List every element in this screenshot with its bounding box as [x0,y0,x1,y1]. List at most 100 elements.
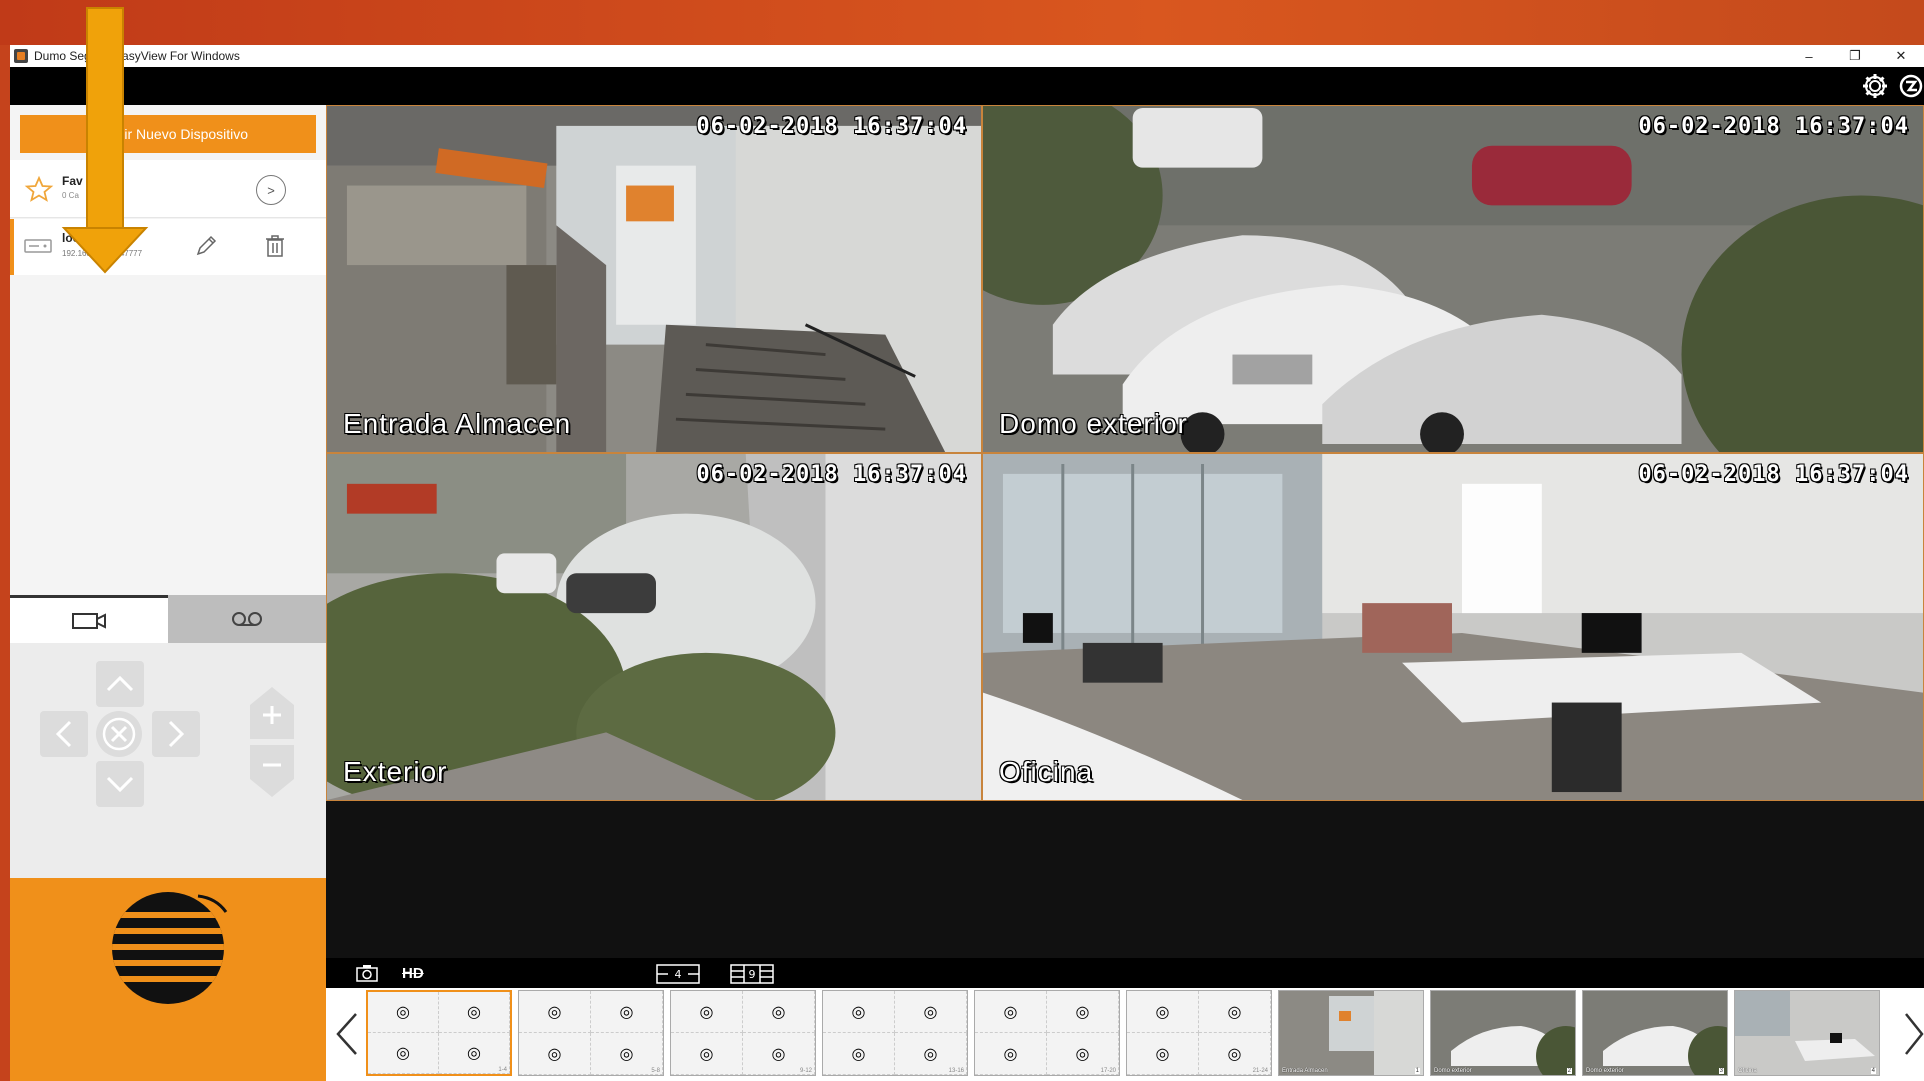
app-header [10,67,1924,105]
restore-button[interactable]: ❐ [1832,45,1878,67]
device-sidebar: + adir Nuevo Dispositivo Fav 0 Ca > loca… [10,105,326,1081]
camera-feed-parking [983,106,1923,452]
channel-number: 2 [1566,1068,1572,1074]
channel-thumbnail-strip: ◎ ◎ ◎ ◎ 1-4 ◎ ◎ ◎ ◎ 5-8 ◎ ◎ ◎ ◎ 9-12 ◎ ◎… [326,988,1924,1081]
device-row[interactable]: local 192.168.1.208 : 47777 [10,219,326,275]
camera-placeholder-icon: ◎ [743,991,815,1033]
ptz-left-button[interactable] [40,711,88,757]
channel-preview [1279,991,1423,1075]
chevron-right-icon [168,720,185,748]
camera-placeholder-icon: ◎ [1047,991,1119,1033]
thumbnail-range: 13-16 [948,1068,964,1074]
channel-number: 4 [1870,1068,1876,1074]
camera-placeholder-icon: ◎ [368,1033,439,1074]
minimize-button[interactable]: – [1786,45,1832,67]
ptz-center-button[interactable] [96,711,142,757]
camera-name: Entrada Almacen [343,408,572,439]
playback-tape-icon [232,612,262,626]
camera-name: Exterior [343,756,448,787]
camera-feed-office [983,454,1923,800]
thumbnail-channel-3[interactable]: Domo exterior 3 [1582,990,1728,1076]
camera-view-3[interactable]: 06-02-2018 16:37:04 Exterior [326,453,982,801]
desktop-background-left [0,45,10,1081]
layout-4-icon[interactable]: 4 [656,964,700,984]
chevron-down-icon [106,776,134,793]
channel-preview [1735,991,1879,1075]
camera-placeholder-icon: ◎ [591,991,663,1033]
chevron-right-icon[interactable] [1902,1010,1924,1058]
chevron-up-icon [106,675,134,692]
channel-name: Domo exterior [1586,1068,1624,1074]
camera-view-1[interactable]: 06-02-2018 16:37:04 Entrada Almacen [326,105,982,453]
camera-placeholder-icon: ◎ [1127,1033,1199,1075]
desktop-background [0,0,1924,45]
camera-name: Oficina [999,756,1094,787]
camera-feed-entrance [327,106,981,452]
settings-gear-icon[interactable] [1862,73,1888,99]
channel-number: 1 [1414,1068,1420,1074]
thumbnail-range: 9-12 [799,1068,812,1074]
chevron-left-icon[interactable] [334,1010,360,1058]
camera-timestamp: 06-02-2018 16:37:04 [1638,462,1909,487]
channel-name: Oficina [1738,1068,1757,1074]
camera-name: Domo exterior [999,408,1188,439]
thumbnail-channel-1[interactable]: Entrada Almacen 1 [1278,990,1424,1076]
svg-text:9: 9 [749,968,756,981]
dvr-icon [24,239,52,253]
camera-placeholder-icon: ◎ [519,991,591,1033]
channel-name: Domo exterior [1434,1068,1472,1074]
thumbnail-group-6[interactable]: ◎ ◎ ◎ ◎ 21-24 [1126,990,1272,1076]
stop-x-icon [102,717,136,751]
sync-icon[interactable] [1898,73,1924,99]
camera-placeholder-icon: ◎ [823,1033,895,1075]
tab-playback[interactable] [168,595,326,643]
camera-placeholder-icon: ◎ [368,992,439,1033]
close-button[interactable]: ✕ [1878,45,1924,67]
favorites-row[interactable]: Fav 0 Ca > [10,160,326,218]
camera-placeholder-icon: ◎ [975,991,1047,1033]
thumbnail-group-4[interactable]: ◎ ◎ ◎ ◎ 13-16 [822,990,968,1076]
thumbnail-group-2[interactable]: ◎ ◎ ◎ ◎ 5-8 [518,990,664,1076]
chevron-left-icon [55,720,72,748]
thumbnail-channel-2[interactable]: Domo exterior 2 [1430,990,1576,1076]
camera-timestamp: 06-02-2018 16:37:04 [696,114,967,139]
camera-placeholder-icon: ◎ [1199,991,1271,1033]
dms-logo [112,892,228,1004]
app-window: Dumo Seg EasyView For Windows – ❐ ✕ + [10,45,1924,1081]
layout-9-icon[interactable]: 9 [730,964,774,984]
ptz-down-button[interactable] [96,761,144,807]
edit-pencil-icon[interactable] [194,234,218,258]
camera-placeholder-icon: ◎ [439,992,510,1033]
camera-placeholder-icon: ◎ [1127,991,1199,1033]
hd-toggle[interactable]: HD [402,965,424,982]
annotation-arrow-icon [61,7,149,274]
channel-number: 3 [1718,1068,1724,1074]
camera-timestamp: 06-02-2018 16:37:04 [1638,114,1909,139]
camera-placeholder-icon: ◎ [671,1033,743,1075]
video-toolbar: HD 4 9 [326,958,1924,988]
thumbnail-range: 1-4 [498,1067,507,1073]
brand-logo-area [10,878,326,1081]
tab-live-view[interactable] [10,595,168,643]
camera-view-4[interactable]: 06-02-2018 16:37:04 Oficina [982,453,1924,801]
thumbnail-group-1[interactable]: ◎ ◎ ◎ ◎ 1-4 [366,990,512,1076]
star-icon [24,176,54,202]
channel-preview [1431,991,1575,1075]
camera-placeholder-icon: ◎ [671,991,743,1033]
camera-placeholder-icon: ◎ [823,991,895,1033]
camera-snapshot-icon[interactable] [356,964,378,982]
chevron-right-icon[interactable]: > [256,175,286,205]
ptz-right-button[interactable] [152,711,200,757]
camera-feed-street [327,454,981,800]
ptz-up-button[interactable] [96,661,144,707]
channel-preview [1583,991,1727,1075]
svg-text:4: 4 [675,968,682,981]
camera-view-2[interactable]: 06-02-2018 16:37:04 Domo exterior [982,105,1924,453]
zoom-control[interactable] [246,683,298,801]
title-bar: Dumo Seg EasyView For Windows – ❐ ✕ [10,45,1924,67]
trash-icon[interactable] [264,234,286,258]
thumbnail-channel-4[interactable]: Oficina 4 [1734,990,1880,1076]
mode-tabs [10,595,326,643]
thumbnail-group-5[interactable]: ◎ ◎ ◎ ◎ 17-20 [974,990,1120,1076]
thumbnail-group-3[interactable]: ◎ ◎ ◎ ◎ 9-12 [670,990,816,1076]
